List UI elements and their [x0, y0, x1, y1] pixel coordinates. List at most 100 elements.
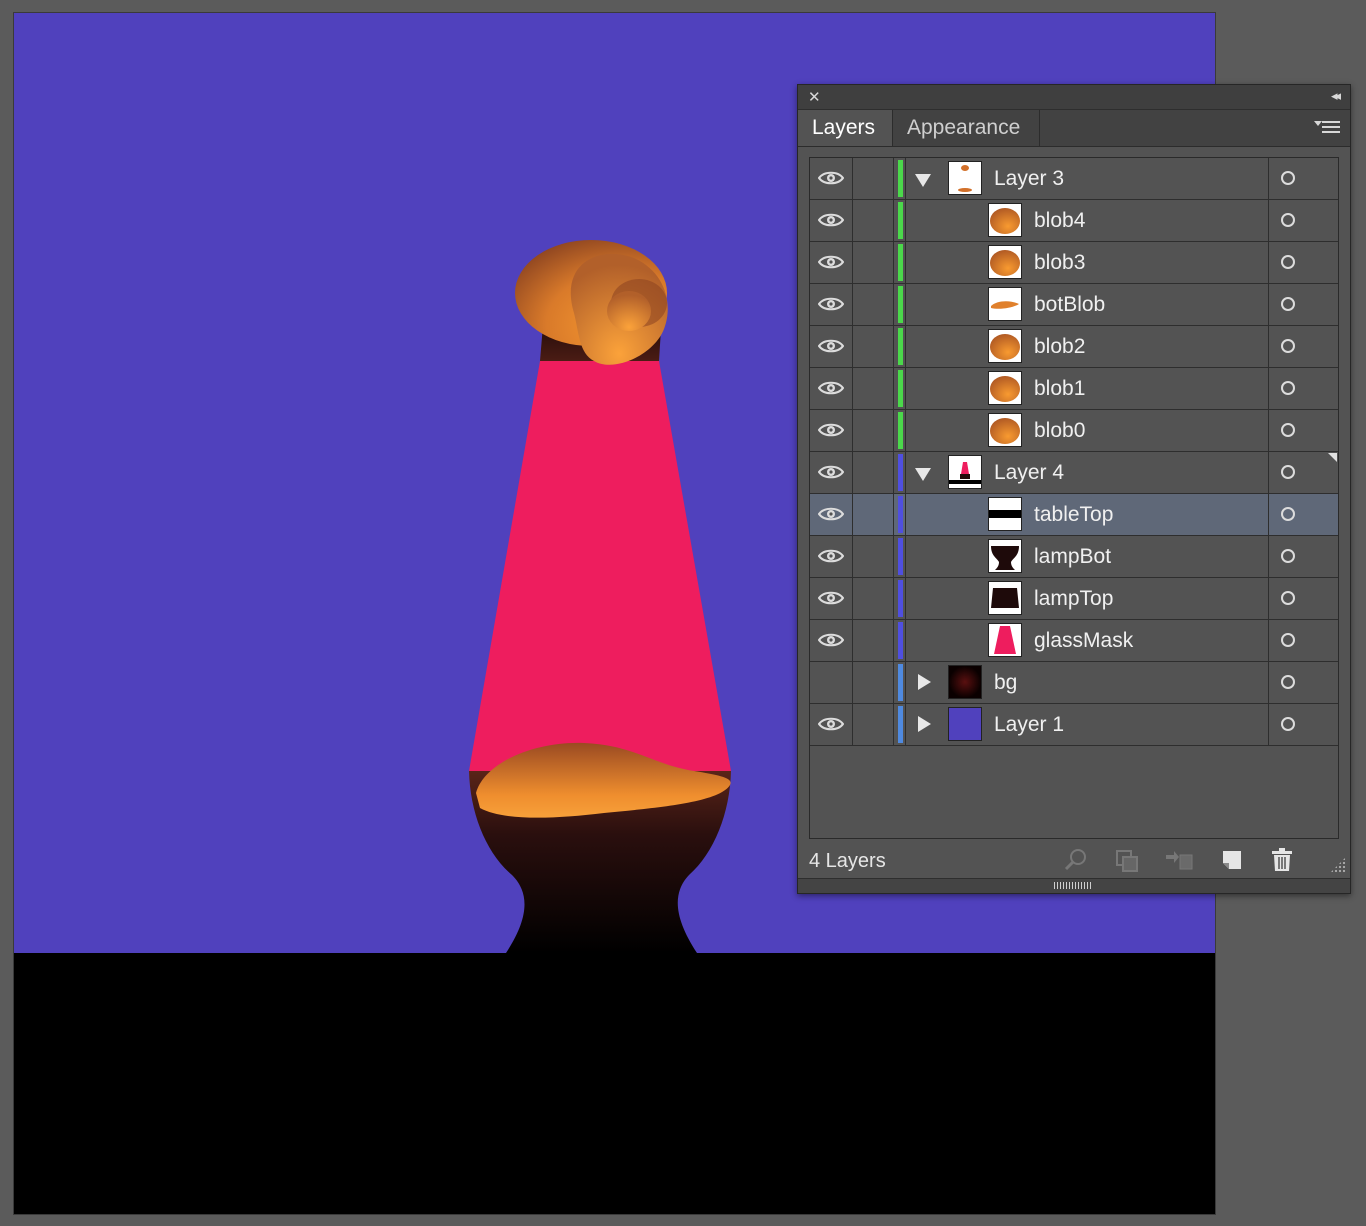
collapse-triangle-icon[interactable] [915, 174, 931, 187]
sublayer-row[interactable]: blob4 [810, 200, 1338, 242]
layer-name[interactable]: Layer 4 [994, 452, 1064, 493]
lock-toggle[interactable] [853, 662, 894, 703]
target-circle-icon[interactable] [1281, 171, 1295, 185]
sublayer-row[interactable]: lampTop [810, 578, 1338, 620]
collapse-triangle-icon[interactable] [915, 468, 931, 481]
visibility-toggle[interactable] [810, 242, 853, 283]
target-cell[interactable] [1268, 200, 1339, 241]
target-circle-icon[interactable] [1281, 339, 1295, 353]
target-circle-icon[interactable] [1281, 675, 1295, 689]
layer-name[interactable]: lampTop [1034, 578, 1113, 619]
lock-toggle[interactable] [853, 578, 894, 619]
target-cell[interactable] [1268, 620, 1339, 661]
target-circle-icon[interactable] [1281, 255, 1295, 269]
lock-toggle[interactable] [853, 452, 894, 493]
target-circle-icon[interactable] [1281, 423, 1295, 437]
target-circle-icon[interactable] [1281, 297, 1295, 311]
target-cell[interactable] [1268, 704, 1339, 745]
sublayer-row[interactable]: blob0 [810, 410, 1338, 452]
sublayer-row[interactable]: blob3 [810, 242, 1338, 284]
visibility-toggle[interactable] [810, 284, 853, 325]
target-circle-icon[interactable] [1281, 591, 1295, 605]
visibility-toggle[interactable] [810, 704, 853, 745]
target-circle-icon[interactable] [1281, 465, 1295, 479]
layer-name[interactable]: blob3 [1034, 242, 1085, 283]
tab-layers[interactable]: Layers [798, 110, 893, 146]
lock-toggle[interactable] [853, 158, 894, 199]
target-cell[interactable] [1268, 158, 1339, 199]
target-cell[interactable] [1268, 578, 1339, 619]
visibility-toggle[interactable] [810, 410, 853, 451]
visibility-toggle[interactable] [810, 158, 853, 199]
lock-toggle[interactable] [853, 284, 894, 325]
visibility-toggle[interactable] [810, 620, 853, 661]
visibility-toggle[interactable] [810, 494, 853, 535]
layer-row[interactable]: Layer 3 [810, 158, 1338, 200]
layer-name[interactable]: bg [994, 662, 1017, 703]
visibility-toggle[interactable] [810, 578, 853, 619]
collapse-panel-icon[interactable]: ◂◂ [1331, 88, 1341, 106]
clipping-mask-icon[interactable] [1114, 847, 1140, 873]
target-circle-icon[interactable] [1281, 633, 1295, 647]
target-cell[interactable] [1268, 242, 1339, 283]
create-sublayer-icon[interactable] [1164, 847, 1194, 873]
lock-toggle[interactable] [853, 200, 894, 241]
target-cell[interactable] [1268, 410, 1339, 451]
sublayer-row[interactable]: lampBot [810, 536, 1338, 578]
target-circle-icon[interactable] [1281, 213, 1295, 227]
target-cell[interactable] [1268, 368, 1339, 409]
lock-toggle[interactable] [853, 620, 894, 661]
sublayer-row[interactable]: blob2 [810, 326, 1338, 368]
lock-toggle[interactable] [853, 704, 894, 745]
lock-toggle[interactable] [853, 326, 894, 367]
sublayer-row[interactable]: tableTop [810, 494, 1338, 536]
expand-triangle-icon[interactable] [918, 674, 931, 690]
layer-name[interactable]: blob0 [1034, 410, 1085, 451]
expand-triangle-icon[interactable] [918, 716, 931, 732]
visibility-toggle[interactable] [810, 452, 853, 493]
layer-name[interactable]: glassMask [1034, 620, 1133, 661]
lock-toggle[interactable] [853, 494, 894, 535]
sublayer-row[interactable]: glassMask [810, 620, 1338, 662]
target-circle-icon[interactable] [1281, 549, 1295, 563]
layer-row[interactable]: Layer 1 [810, 704, 1338, 746]
visibility-toggle[interactable] [810, 536, 853, 577]
trash-icon[interactable] [1269, 847, 1295, 873]
target-circle-icon[interactable] [1281, 507, 1295, 521]
lock-toggle[interactable] [853, 368, 894, 409]
sublayer-row[interactable]: botBlob [810, 284, 1338, 326]
visibility-toggle[interactable] [810, 662, 853, 703]
layer-name[interactable]: Layer 3 [994, 158, 1064, 199]
visibility-toggle[interactable] [810, 326, 853, 367]
close-icon[interactable]: ✕ [808, 88, 821, 106]
locate-object-icon[interactable] [1063, 847, 1089, 873]
target-cell[interactable] [1268, 326, 1339, 367]
layer-name[interactable]: Layer 1 [994, 704, 1064, 745]
layer-name[interactable]: blob2 [1034, 326, 1085, 367]
layer-row[interactable]: bg [810, 662, 1338, 704]
panel-menu-icon[interactable] [1314, 118, 1340, 136]
tab-appearance[interactable]: Appearance [893, 110, 1040, 146]
target-cell[interactable] [1268, 536, 1339, 577]
target-cell[interactable] [1268, 452, 1339, 493]
target-cell[interactable] [1268, 494, 1339, 535]
layer-name[interactable]: tableTop [1034, 494, 1113, 535]
layer-row[interactable]: Layer 4 [810, 452, 1338, 494]
panel-title-bar[interactable]: ✕ ◂◂ [798, 85, 1350, 110]
lock-toggle[interactable] [853, 242, 894, 283]
new-layer-icon[interactable] [1219, 847, 1245, 873]
lock-toggle[interactable] [853, 410, 894, 451]
panel-drag-grip[interactable] [798, 878, 1350, 893]
target-cell[interactable] [1268, 284, 1339, 325]
target-circle-icon[interactable] [1281, 717, 1295, 731]
visibility-toggle[interactable] [810, 200, 853, 241]
target-circle-icon[interactable] [1281, 381, 1295, 395]
layer-name[interactable]: lampBot [1034, 536, 1111, 577]
target-cell[interactable] [1268, 662, 1339, 703]
sublayer-row[interactable]: blob1 [810, 368, 1338, 410]
visibility-toggle[interactable] [810, 368, 853, 409]
layer-name[interactable]: blob1 [1034, 368, 1085, 409]
lock-toggle[interactable] [853, 536, 894, 577]
layer-name[interactable]: blob4 [1034, 200, 1085, 241]
layer-name[interactable]: botBlob [1034, 284, 1105, 325]
